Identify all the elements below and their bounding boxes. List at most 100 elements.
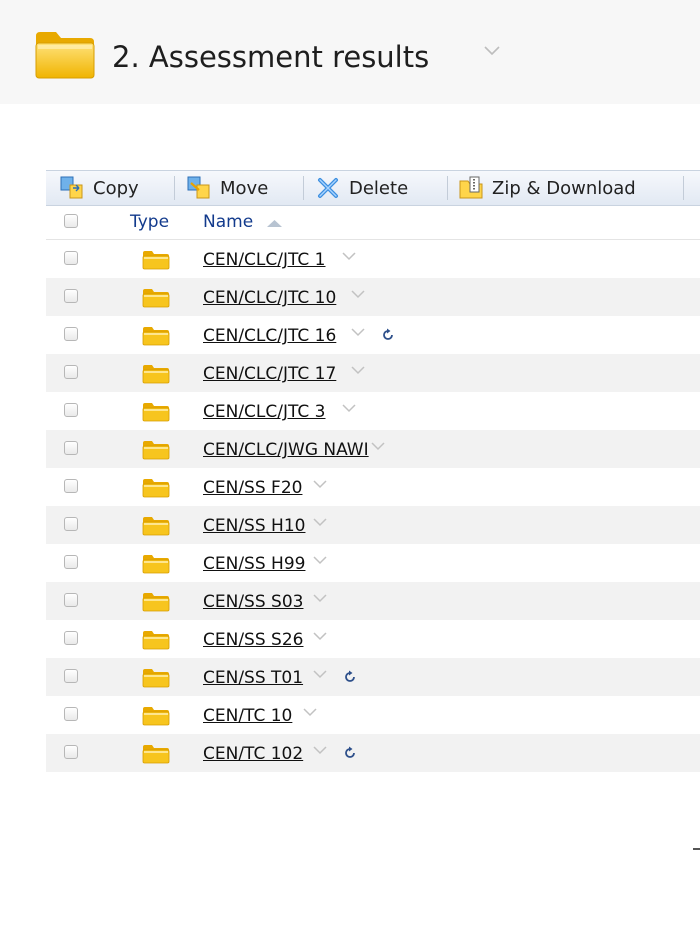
row-checkbox[interactable] [64, 593, 78, 607]
move-label: Move [220, 177, 269, 199]
folder-link[interactable]: CEN/SS S03 [203, 592, 303, 612]
sync-icon [383, 328, 394, 340]
table-row[interactable]: CEN/CLC/JTC 3 [46, 392, 700, 430]
chevron-down-icon[interactable] [313, 556, 327, 565]
folder-icon [142, 251, 170, 270]
row-checkbox[interactable] [64, 365, 78, 379]
table-row[interactable]: CEN/CLC/JTC 10 [46, 278, 700, 316]
table-row[interactable]: CEN/TC 10 [46, 696, 700, 734]
folder-link[interactable]: CEN/CLC/JTC 10 [203, 288, 336, 308]
chevron-down-icon[interactable] [313, 670, 327, 679]
table-row[interactable]: CEN/TC 102 [46, 734, 700, 772]
chevron-down-icon[interactable] [313, 632, 327, 641]
folder-icon [35, 32, 95, 79]
table-row[interactable]: CEN/SS F20 [46, 468, 700, 506]
column-header-name[interactable]: Name [203, 212, 253, 232]
folder-icon [142, 631, 170, 650]
table-row[interactable]: CEN/SS S26 [46, 620, 700, 658]
folder-link[interactable]: CEN/CLC/JTC 16 [203, 326, 336, 346]
divider [693, 848, 700, 850]
zip-folder-icon [459, 176, 483, 199]
zip-download-button[interactable]: Zip & Download [459, 171, 636, 205]
chevron-down-icon[interactable] [313, 480, 327, 489]
folder-header: 2. Assessment results [0, 0, 700, 104]
row-checkbox[interactable] [64, 745, 78, 759]
row-checkbox[interactable] [64, 289, 78, 303]
chevron-down-icon[interactable] [484, 46, 500, 56]
copy-button[interactable]: Copy [60, 171, 139, 205]
move-icon [187, 176, 210, 199]
chevron-down-icon[interactable] [313, 594, 327, 603]
table-row[interactable]: CEN/CLC/JTC 17 [46, 354, 700, 392]
row-checkbox[interactable] [64, 441, 78, 455]
row-checkbox[interactable] [64, 555, 78, 569]
folder-link[interactable]: CEN/SS T01 [203, 668, 303, 688]
toolbar-divider [303, 176, 304, 200]
folder-icon [142, 669, 170, 688]
folder-icon [142, 745, 170, 764]
chevron-down-icon[interactable] [342, 404, 356, 413]
chevron-down-icon[interactable] [342, 252, 356, 261]
copy-icon [60, 176, 83, 199]
chevron-down-icon[interactable] [313, 746, 327, 755]
table-row[interactable]: CEN/CLC/JTC 16 [46, 316, 700, 354]
toolbar-divider [447, 176, 448, 200]
page-title: 2. Assessment results [112, 40, 430, 74]
sort-ascending-icon[interactable] [266, 219, 283, 228]
copy-label: Copy [93, 177, 139, 199]
folder-icon [142, 403, 170, 422]
chevron-down-icon[interactable] [351, 328, 365, 337]
toolbar-divider [174, 176, 175, 200]
row-checkbox[interactable] [64, 251, 78, 265]
page: 2. Assessment results Copy Move Delete Z… [0, 0, 700, 951]
folder-icon [142, 365, 170, 384]
folder-icon [142, 327, 170, 346]
zip-download-label: Zip & Download [492, 177, 636, 199]
folder-link[interactable]: CEN/CLC/JTC 1 [203, 250, 326, 270]
table-row[interactable]: CEN/SS S03 [46, 582, 700, 620]
chevron-down-icon[interactable] [371, 442, 385, 451]
folder-link[interactable]: CEN/TC 102 [203, 744, 303, 764]
row-checkbox[interactable] [64, 707, 78, 721]
folder-link[interactable]: CEN/SS H99 [203, 554, 305, 574]
delete-button[interactable]: Delete [316, 171, 408, 205]
row-checkbox[interactable] [64, 517, 78, 531]
row-checkbox[interactable] [64, 669, 78, 683]
row-checkbox[interactable] [64, 327, 78, 341]
table-row[interactable]: CEN/SS H10 [46, 506, 700, 544]
file-list: CEN/CLC/JTC 1 CEN/CLC/JTC 10 CEN/CLC/JTC 1… [46, 240, 700, 772]
row-checkbox[interactable] [64, 403, 78, 417]
sync-icon [345, 746, 355, 758]
folder-link[interactable]: CEN/CLC/JTC 3 [203, 402, 326, 422]
toolbar-divider [683, 176, 684, 200]
folder-link[interactable]: CEN/SS F20 [203, 478, 302, 498]
chevron-down-icon[interactable] [313, 518, 327, 527]
folder-link[interactable]: CEN/CLC/JWG NAWI [203, 440, 369, 460]
action-toolbar: Copy Move Delete Zip & Download [46, 170, 700, 206]
chevron-down-icon[interactable] [303, 708, 317, 717]
table-row[interactable]: CEN/SS H99 [46, 544, 700, 582]
row-checkbox[interactable] [64, 479, 78, 493]
folder-link[interactable]: CEN/CLC/JTC 17 [203, 364, 336, 384]
table-row[interactable]: CEN/CLC/JWG NAWI [46, 430, 700, 468]
folder-icon [142, 517, 170, 536]
table-header: Type Name [46, 206, 700, 240]
row-checkbox[interactable] [64, 631, 78, 645]
folder-icon [142, 289, 170, 308]
folder-link[interactable]: CEN/TC 10 [203, 706, 292, 726]
delete-icon [318, 178, 338, 198]
chevron-down-icon[interactable] [351, 366, 365, 375]
select-all-checkbox[interactable] [64, 214, 78, 228]
column-header-type[interactable]: Type [130, 212, 169, 232]
folder-icon [142, 479, 170, 498]
folder-link[interactable]: CEN/SS H10 [203, 516, 305, 536]
move-button[interactable]: Move [187, 171, 268, 205]
folder-icon [142, 555, 170, 574]
chevron-down-icon[interactable] [351, 290, 365, 299]
sync-icon [345, 670, 355, 682]
folder-link[interactable]: CEN/SS S26 [203, 630, 303, 650]
table-row[interactable]: CEN/SS T01 [46, 658, 700, 696]
table-row[interactable]: CEN/CLC/JTC 1 [46, 240, 700, 278]
folder-icon [142, 441, 170, 460]
delete-label: Delete [349, 177, 409, 199]
